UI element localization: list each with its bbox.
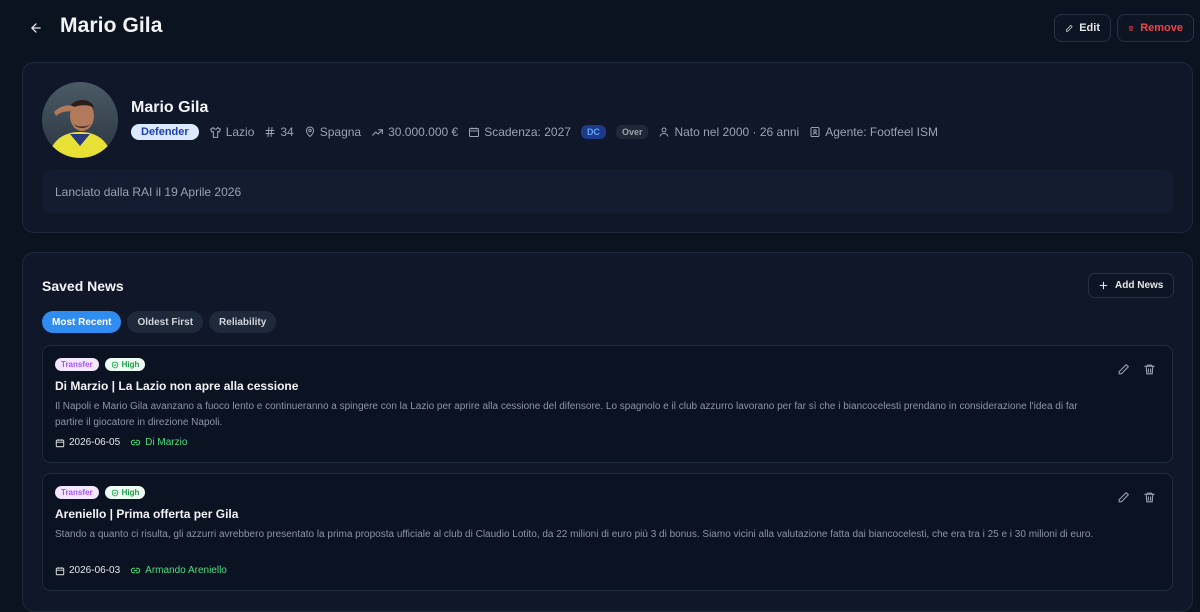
contract-expiry: Scadenza: 2027	[484, 125, 571, 139]
shield-check-icon	[111, 361, 118, 368]
club-name: Lazio	[225, 125, 255, 139]
news-source-link[interactable]: Di Marzio	[130, 437, 187, 448]
link-icon	[131, 439, 141, 446]
news-date: 2026-06-03	[55, 565, 120, 576]
section-title: Saved News	[42, 278, 124, 294]
pencil-icon	[1066, 24, 1073, 32]
value-info: 30.000.000 €	[371, 125, 458, 139]
map-pin-icon	[305, 126, 314, 138]
trash-icon	[1143, 492, 1155, 502]
shirt-number: 34	[280, 125, 294, 139]
news-footer: 2026-06-05 Di Marzio	[55, 437, 187, 448]
player-avatar	[42, 82, 118, 158]
news-type-tag: Transfer	[55, 486, 99, 499]
news-item[interactable]: Transfer High Areniello | Prima offerta …	[42, 473, 1173, 591]
add-news-button[interactable]: Add News	[1088, 273, 1174, 298]
hash-icon	[265, 127, 275, 137]
edit-news-button[interactable]	[1116, 490, 1130, 504]
tab-most-recent[interactable]: Most Recent	[42, 311, 122, 333]
shield-check-icon	[111, 489, 118, 496]
news-date-text: 2026-06-03	[69, 565, 121, 576]
birth-year-age: Nato nel 2000 · 26 anni	[674, 125, 800, 139]
add-news-label: Add News	[1115, 280, 1164, 291]
news-actions	[1116, 490, 1156, 504]
news-source-text: Di Marzio	[145, 437, 188, 448]
tab-oldest-first[interactable]: Oldest First	[127, 311, 204, 333]
news-tags: Transfer High	[55, 358, 146, 371]
shirt-icon	[209, 126, 221, 138]
nationality-info: Spagna	[304, 125, 361, 139]
page-title: Mario Gila	[60, 14, 163, 37]
sort-tabs: Most Recent Oldest First Reliability	[42, 311, 277, 333]
news-source-link[interactable]: Armando Areniello	[130, 565, 227, 576]
reliability-label: High	[121, 360, 140, 369]
reliability-tag: High	[104, 486, 146, 499]
position-dc-badge: DC	[580, 125, 606, 139]
link-icon	[131, 567, 141, 574]
contract-info: Scadenza: 2027	[468, 125, 571, 139]
agent-name: Agente: Footfeel ISM	[825, 125, 938, 139]
over-badge: Over	[615, 125, 649, 139]
news-date-text: 2026-06-05	[69, 437, 121, 448]
saved-news-section: Saved News Add News Most Recent Oldest F…	[22, 252, 1193, 612]
calendar-clock-icon	[469, 127, 480, 137]
top-bar: Mario Gila Edit Remove	[0, 0, 1200, 56]
agent-info: Agente: Footfeel ISM	[809, 125, 938, 139]
calendar-icon	[55, 438, 65, 447]
trash-icon	[1143, 364, 1155, 374]
news-footer: 2026-06-03 Armando Areniello	[55, 565, 227, 576]
player-note: Lanciato dalla RAI il 19 Aprile 2026	[42, 170, 1173, 213]
player-profile-card: Mario Gila Defender Lazio 34 Spagna 30.0…	[22, 62, 1193, 233]
delete-news-button[interactable]	[1142, 362, 1156, 376]
calendar-icon	[55, 566, 65, 575]
pencil-icon	[1118, 363, 1129, 374]
trending-up-icon	[372, 128, 384, 136]
news-body: Il Napoli e Mario Gila avanzano a fuoco …	[55, 401, 1078, 428]
id-card-icon	[810, 127, 820, 137]
role-badge: Defender	[131, 124, 199, 140]
tab-reliability[interactable]: Reliability	[209, 311, 277, 333]
player-note-text: Lanciato dalla RAI il 19 Aprile 2026	[55, 185, 242, 199]
trash-icon	[1128, 25, 1134, 31]
back-button[interactable]	[26, 18, 46, 38]
edit-news-button[interactable]	[1116, 362, 1130, 376]
birth-info: Nato nel 2000 · 26 anni	[658, 125, 799, 139]
news-item[interactable]: Transfer High Di Marzio | La Lazio non a…	[42, 345, 1173, 463]
news-title: Di Marzio | La Lazio non apre alla cessi…	[55, 379, 299, 393]
reliability-tag: High	[104, 358, 146, 371]
edit-button-label: Edit	[1079, 22, 1100, 34]
news-body: Stando a quanto ci risulta, gli azzurri …	[55, 529, 1094, 540]
news-type-tag: Transfer	[55, 358, 99, 371]
arrow-left-icon	[31, 23, 41, 33]
delete-news-button[interactable]	[1142, 490, 1156, 504]
news-title: Areniello | Prima offerta per Gila	[55, 507, 239, 521]
news-source-text: Armando Areniello	[145, 565, 227, 576]
plus-icon	[1099, 281, 1108, 290]
news-actions	[1116, 362, 1156, 376]
player-meta-row: Defender Lazio 34 Spagna 30.000.000 € Sc…	[131, 123, 948, 141]
pencil-icon	[1118, 491, 1129, 502]
nationality: Spagna	[319, 125, 362, 139]
news-tags: Transfer High	[55, 486, 146, 499]
market-value: 30.000.000 €	[388, 125, 459, 139]
edit-button[interactable]: Edit	[1054, 14, 1111, 42]
user-icon	[659, 127, 669, 137]
news-date: 2026-06-05	[55, 437, 120, 448]
number-info: 34	[264, 125, 294, 139]
player-name: Mario Gila	[131, 99, 209, 116]
remove-button-label: Remove	[1140, 22, 1183, 34]
club-info: Lazio	[209, 125, 255, 139]
reliability-label: High	[121, 488, 140, 497]
remove-button[interactable]: Remove	[1117, 14, 1194, 42]
